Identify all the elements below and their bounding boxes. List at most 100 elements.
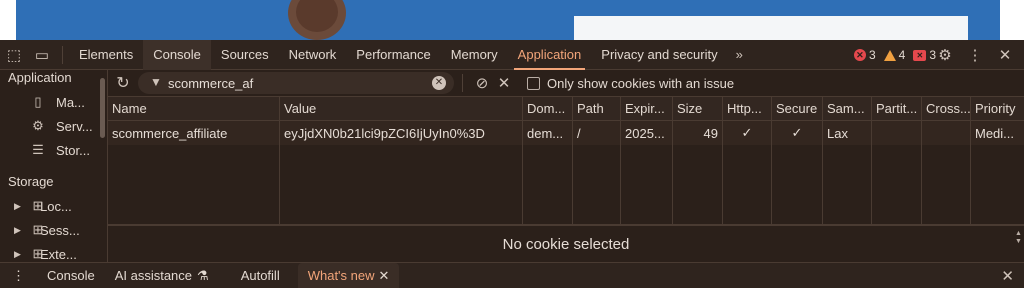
errors-count: 3: [868, 48, 876, 62]
preview-scrollbar[interactable]: ▲ ▼: [1015, 230, 1022, 258]
delete-selected-icon[interactable]: ✕: [493, 74, 515, 92]
scroll-up-icon[interactable]: ▲: [1015, 230, 1022, 238]
cell-secure[interactable]: ✓: [772, 121, 823, 145]
drawer-tab-autofill[interactable]: Autofill: [231, 263, 290, 288]
clear-filter-icon[interactable]: ✕: [432, 76, 446, 90]
cell-cross-site[interactable]: [922, 121, 971, 145]
table-empty-area: [108, 145, 1024, 224]
sidebar-header-application: Application: [8, 70, 72, 85]
tab-application[interactable]: Application: [508, 40, 592, 70]
issue-icon: ✕: [913, 49, 927, 61]
kebab-menu-icon[interactable]: ⋮: [962, 40, 988, 70]
drawer-tab-whats-new[interactable]: What's new ✕: [297, 262, 400, 288]
column-header-httponly[interactable]: Http...: [723, 97, 772, 120]
column-header-size[interactable]: Size: [673, 97, 723, 120]
column-header-secure[interactable]: Secure: [772, 97, 823, 120]
cookie-filter-input[interactable]: ▼ scommerce_af ✕: [138, 72, 454, 94]
devtools-drawer-bar: ⋮ Console AI assistance ⚗ Autofill What'…: [0, 262, 1024, 288]
database-icon: ☰: [32, 142, 44, 157]
column-header-name[interactable]: Name: [108, 97, 280, 120]
webpage-viewport: [0, 0, 1024, 40]
sidebar-item-session-storage[interactable]: ▶ ⊞ Sess...: [0, 218, 107, 242]
tab-memory[interactable]: Memory: [441, 40, 508, 70]
drawer-tab-console[interactable]: Console: [37, 263, 105, 288]
cell-httponly[interactable]: ✓: [723, 121, 772, 145]
more-tabs-button[interactable]: »: [728, 47, 751, 62]
cookie-filter-bar: ↻ ▼ scommerce_af ✕ ⊘ ✕ Only show cookies…: [108, 70, 1024, 97]
clear-filtered-cookies-icon[interactable]: ⊘: [471, 74, 493, 92]
filter-funnel-icon: ▼: [150, 75, 162, 89]
close-devtools-icon[interactable]: ✕: [992, 40, 1018, 70]
toolbar-divider: [62, 45, 63, 64]
column-header-samesite[interactable]: Sam...: [823, 97, 872, 120]
drawer-tab-label: AI assistance: [114, 268, 193, 283]
sidebar-item-manifest[interactable]: ▯ Ma...: [0, 90, 107, 114]
expand-arrow-icon[interactable]: ▶: [14, 201, 21, 212]
expand-arrow-icon[interactable]: ▶: [14, 249, 21, 260]
expand-arrow-icon[interactable]: ▶: [14, 225, 21, 236]
tab-privacy-security[interactable]: Privacy and security: [591, 40, 727, 70]
column-header-path[interactable]: Path: [573, 97, 621, 120]
sidebar-scrollbar[interactable]: [100, 78, 105, 138]
tab-performance[interactable]: Performance: [346, 40, 440, 70]
cell-partition-key[interactable]: [872, 121, 922, 145]
settings-gear-icon[interactable]: ⚙: [932, 40, 958, 70]
column-header-domain[interactable]: Dom...: [523, 97, 573, 120]
inspect-element-icon[interactable]: ⬚: [0, 40, 28, 70]
device-toolbar-icon[interactable]: ▭: [28, 40, 56, 70]
refresh-icon[interactable]: ↻: [108, 73, 138, 93]
only-issue-label: Only show cookies with an issue: [547, 75, 735, 91]
drawer-menu-icon[interactable]: ⋮: [0, 263, 37, 288]
cell-name[interactable]: scommerce_affiliate: [108, 121, 280, 145]
tab-console[interactable]: Console: [143, 39, 211, 70]
cell-expires[interactable]: 2025...: [621, 121, 673, 145]
sidebar-item-service-workers[interactable]: ⚙ Serv...: [0, 114, 107, 138]
cell-priority[interactable]: Medi...: [971, 121, 1024, 145]
cell-path[interactable]: /: [573, 121, 621, 145]
table-header-row: Name Value Dom... Path Expir... Size Htt…: [108, 97, 1024, 121]
column-header-cross-site[interactable]: Cross...: [922, 97, 971, 120]
column-header-expires[interactable]: Expir...: [621, 97, 673, 120]
warning-icon: [883, 49, 896, 61]
tab-elements[interactable]: Elements: [69, 40, 143, 70]
cell-size[interactable]: 49: [673, 121, 723, 145]
devtools-toolbar: ⬚ ▭ Elements Console Sources Network Per…: [0, 39, 1024, 70]
errors-badge[interactable]: ✕ 3: [853, 48, 876, 62]
table-grid-icon: ⊞: [32, 198, 44, 213]
drawer-tab-label: What's new: [307, 268, 375, 283]
cookie-preview-pane: No cookie selected: [108, 226, 1024, 262]
close-tab-icon[interactable]: ✕: [379, 268, 390, 284]
cell-samesite[interactable]: Lax: [823, 121, 872, 145]
table-grid-icon: ⊞: [32, 246, 44, 261]
column-header-value[interactable]: Value: [280, 97, 523, 120]
sidebar-item-storage[interactable]: ☰ Stor...: [0, 138, 107, 162]
status-badges[interactable]: ✕ 3 4 ✕ 3: [853, 40, 936, 70]
cell-domain[interactable]: dem...: [523, 121, 573, 145]
toolbar-right-actions: ⚙ ⋮ ✕: [932, 40, 1018, 70]
filter-value[interactable]: scommerce_af: [168, 76, 253, 91]
warnings-count: 4: [898, 48, 906, 62]
scroll-down-icon[interactable]: ▼: [1015, 238, 1022, 246]
page-content-box: [574, 16, 968, 40]
sidebar-item-label: Ma...: [56, 94, 85, 110]
tab-sources[interactable]: Sources: [211, 40, 279, 70]
sidebar-item-label: Stor...: [56, 142, 90, 158]
document-icon: ▯: [34, 94, 42, 109]
column-header-partition-key[interactable]: Partit...: [872, 97, 922, 120]
only-issue-checkbox[interactable]: [527, 76, 540, 90]
application-sidebar: Application ▯ Ma... ⚙ Serv... ☰ Stor... …: [0, 70, 108, 262]
tab-network[interactable]: Network: [279, 40, 347, 70]
gears-icon: ⚙: [32, 118, 44, 133]
warnings-badge[interactable]: 4: [883, 48, 906, 62]
filter-divider: [462, 74, 463, 92]
cell-value[interactable]: eyJjdXN0b21lci9pZCI6IjUyIn0%3D: [280, 121, 523, 145]
sidebar-item-local-storage[interactable]: ▶ ⊞ Loc...: [0, 194, 107, 218]
column-header-priority[interactable]: Priority: [971, 97, 1024, 120]
table-grid-icon: ⊞: [32, 222, 44, 237]
close-drawer-icon[interactable]: ✕: [1001, 267, 1014, 285]
error-icon: ✕: [853, 49, 866, 61]
no-cookie-selected-text: No cookie selected: [502, 235, 630, 253]
sidebar-header-storage: Storage: [8, 174, 54, 189]
drawer-tab-ai-assistance[interactable]: AI assistance ⚗: [105, 263, 219, 288]
table-row[interactable]: scommerce_affiliate eyJjdXN0b21lci9pZCI6…: [108, 121, 1024, 145]
